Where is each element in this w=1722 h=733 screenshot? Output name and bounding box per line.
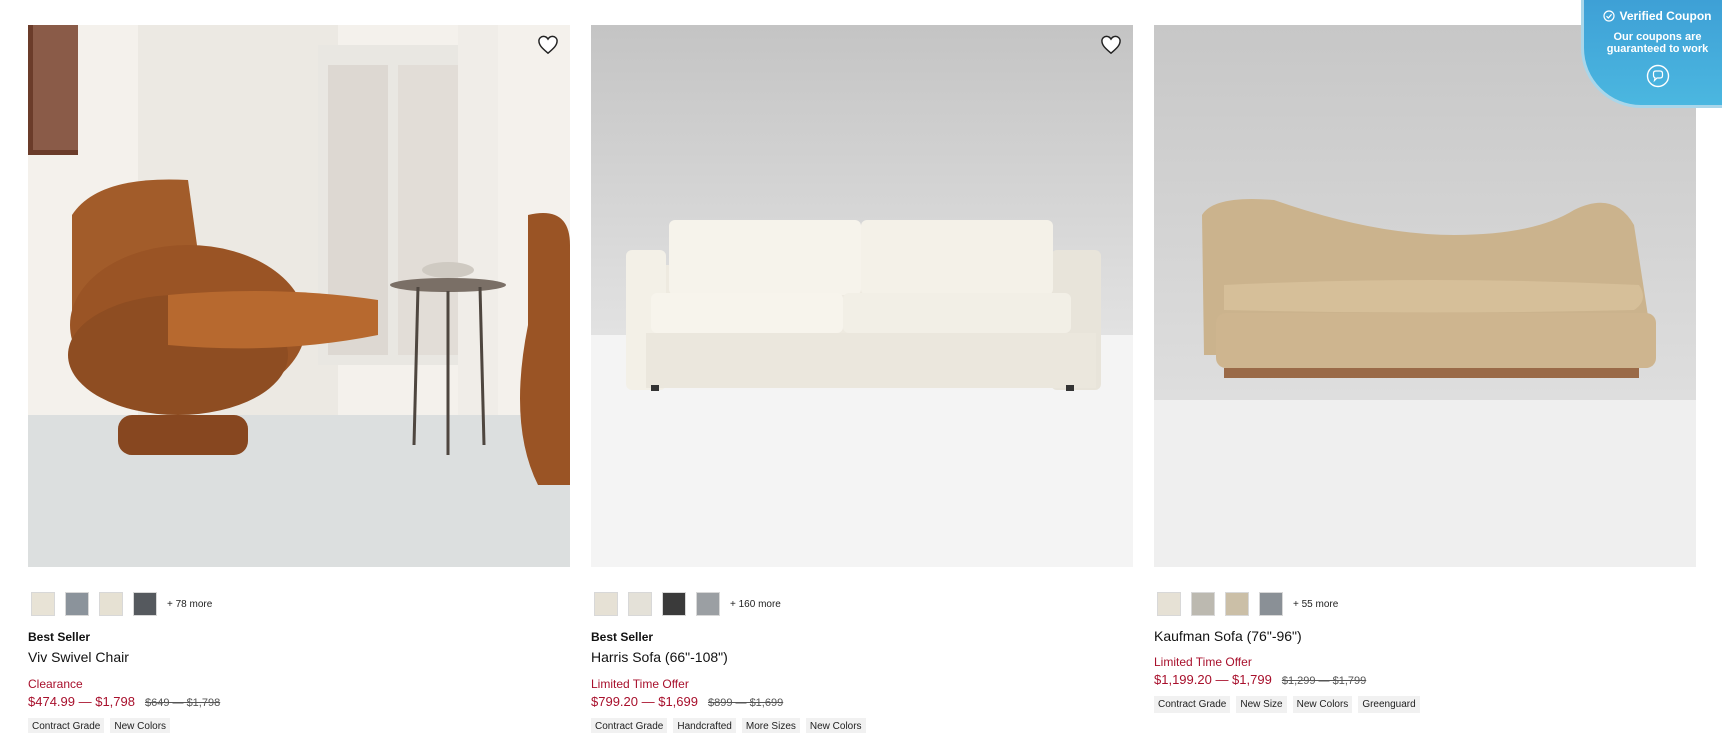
feature-tag: Contract Grade	[28, 718, 105, 733]
chat-icon[interactable]	[1646, 64, 1670, 88]
sale-price: $799.20 — $1,699	[591, 694, 698, 709]
feature-tag: Contract Grade	[591, 718, 668, 733]
tag-list: Contract Grade New Size New Colors Green…	[1154, 696, 1696, 713]
product-card[interactable]: + 78 more Best Seller Viv Swivel Chair C…	[28, 25, 570, 733]
sale-price: $474.99 — $1,798	[28, 694, 135, 709]
product-badge: Best Seller	[591, 630, 654, 644]
price-row: $799.20 — $1,699 $899 — $1,699	[591, 694, 1133, 709]
product-image[interactable]	[591, 25, 1133, 567]
coupon-subtitle-line: guaranteed to work	[1606, 43, 1709, 55]
color-swatch[interactable]	[1259, 592, 1283, 616]
verified-coupon-widget[interactable]: Verified Coupon Our coupons are guarante…	[1581, 0, 1722, 108]
price-row: $1,199.20 — $1,799 $1,299 — $1,799	[1154, 672, 1696, 687]
feature-tag: New Size	[1236, 696, 1287, 713]
product-image[interactable]	[28, 25, 570, 567]
feature-tag: New Colors	[1292, 696, 1353, 713]
feature-tag: More Sizes	[741, 718, 800, 733]
swatch-list: + 55 more	[1154, 592, 1696, 616]
product-card[interactable]: + 55 more Kaufman Sofa (76"-96") Limited…	[1154, 25, 1696, 733]
swatch-list: + 78 more	[28, 592, 570, 616]
color-swatch[interactable]	[99, 592, 123, 616]
product-name[interactable]: Harris Sofa (66"-108")	[591, 649, 1133, 665]
favorite-heart-icon[interactable]	[534, 31, 562, 59]
color-swatch[interactable]	[1225, 592, 1249, 616]
more-swatches-link[interactable]: + 160 more	[730, 599, 781, 610]
product-badge: Best Seller	[28, 630, 91, 644]
chair-photo	[28, 25, 570, 567]
promo-label: Clearance	[28, 677, 83, 691]
color-swatch[interactable]	[65, 592, 89, 616]
color-swatch[interactable]	[133, 592, 157, 616]
color-swatch[interactable]	[1157, 592, 1181, 616]
color-swatch[interactable]	[31, 592, 55, 616]
original-price: $1,299 — $1,799	[1281, 675, 1367, 687]
product-grid: + 78 more Best Seller Viv Swivel Chair C…	[28, 25, 1696, 733]
check-circle-icon	[1603, 10, 1616, 22]
price-row: $474.99 — $1,798 $649 — $1,798	[28, 694, 570, 709]
favorite-heart-icon[interactable]	[1097, 31, 1125, 59]
curved-sofa-photo	[1154, 25, 1696, 567]
color-swatch[interactable]	[696, 592, 720, 616]
color-swatch[interactable]	[594, 592, 618, 616]
feature-tag: Greenguard	[1358, 696, 1420, 713]
product-name[interactable]: Kaufman Sofa (76"-96")	[1154, 628, 1696, 644]
sale-price: $1,199.20 — $1,799	[1154, 672, 1272, 687]
more-swatches-link[interactable]: + 55 more	[1293, 599, 1338, 610]
more-swatches-link[interactable]: + 78 more	[167, 599, 212, 610]
product-card[interactable]: + 160 more Best Seller Harris Sofa (66"-…	[591, 25, 1133, 733]
product-image[interactable]	[1154, 25, 1696, 567]
coupon-subtitle: Our coupons are guaranteed to work	[1584, 31, 1722, 55]
feature-tag: Contract Grade	[1154, 696, 1231, 713]
color-swatch[interactable]	[662, 592, 686, 616]
color-swatch[interactable]	[1191, 592, 1215, 616]
product-name[interactable]: Viv Swivel Chair	[28, 649, 570, 665]
sofa-photo	[591, 25, 1133, 567]
promo-label: Limited Time Offer	[591, 677, 689, 691]
feature-tag: Handcrafted	[673, 718, 736, 733]
tag-list: Contract Grade Handcrafted More Sizes Ne…	[591, 718, 1133, 733]
original-price: $649 — $1,798	[144, 697, 221, 709]
tag-list: Contract Grade New Colors	[28, 718, 570, 733]
coupon-title: Verified Coupon	[1584, 9, 1722, 23]
original-price: $899 — $1,699	[707, 697, 784, 709]
color-swatch[interactable]	[628, 592, 652, 616]
coupon-title-text: Verified Coupon	[1619, 9, 1712, 23]
swatch-list: + 160 more	[591, 592, 1133, 616]
promo-label: Limited Time Offer	[1154, 655, 1252, 669]
feature-tag: New Colors	[805, 718, 866, 733]
coupon-subtitle-line: Our coupons are	[1613, 31, 1702, 43]
feature-tag: New Colors	[110, 718, 171, 733]
